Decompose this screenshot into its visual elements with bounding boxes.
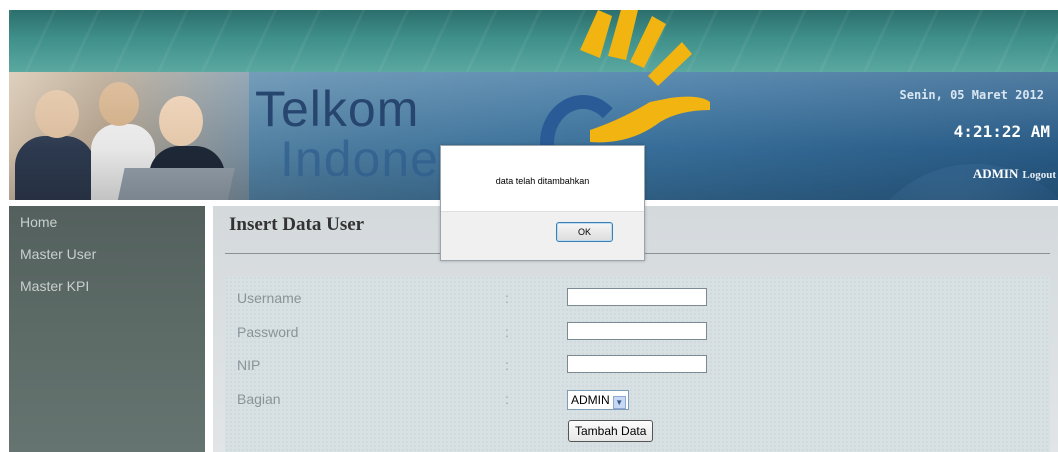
form-row-password: Password :: [225, 316, 1050, 350]
password-label: Password: [237, 324, 299, 340]
alert-footer: OK: [441, 211, 644, 260]
form-row-submit: Tambah Data: [225, 416, 1050, 450]
form-row-username: Username :: [225, 282, 1050, 316]
sidebar-item-master-kpi[interactable]: Master KPI: [9, 270, 205, 302]
form-row-nip: NIP :: [225, 349, 1050, 383]
bagian-selected-value: ADMIN: [571, 393, 610, 407]
insert-user-form: Username : Password : NIP : Bagian : ADM…: [225, 276, 1050, 452]
form-row-bagian: Bagian : ADMIN ▼: [225, 383, 1050, 417]
top-decorative-band: [9, 10, 1058, 72]
sidebar-item-home[interactable]: Home: [9, 206, 205, 238]
alert-dialog: data telah ditambahkan OK: [440, 145, 645, 261]
username-label: ADMIN: [972, 166, 1019, 181]
nip-input[interactable]: [567, 355, 707, 373]
header-clock: 4:21:22 AM: [953, 122, 1050, 141]
chevron-down-icon[interactable]: ▼: [612, 396, 626, 409]
bagian-label: Bagian: [237, 391, 281, 407]
user-info: ADMIN Logout: [973, 166, 1056, 182]
username-input[interactable]: [567, 288, 707, 306]
password-input[interactable]: [567, 322, 707, 340]
colon-separator: :: [505, 357, 509, 373]
username-label: Username: [237, 290, 302, 306]
header-date: Senin, 05 Maret 2012: [899, 88, 1045, 102]
ok-button[interactable]: OK: [556, 222, 613, 242]
sidebar-item-master-user[interactable]: Master User: [9, 238, 205, 270]
alert-message: data telah ditambahkan: [495, 176, 590, 186]
logo-text-indonesia: Indone: [280, 131, 439, 187]
colon-separator: :: [505, 391, 509, 407]
nip-label: NIP: [237, 357, 261, 373]
logout-link[interactable]: Logout: [1022, 169, 1056, 181]
colon-separator: :: [505, 290, 509, 306]
telkom-hand-logo-icon: [580, 10, 710, 143]
tambah-data-button[interactable]: Tambah Data: [568, 420, 654, 442]
page-title: Insert Data User: [229, 214, 365, 235]
bagian-select[interactable]: ADMIN ▼: [567, 390, 629, 410]
colon-separator: :: [505, 324, 509, 340]
sidebar: Home Master User Master KPI: [9, 206, 205, 452]
